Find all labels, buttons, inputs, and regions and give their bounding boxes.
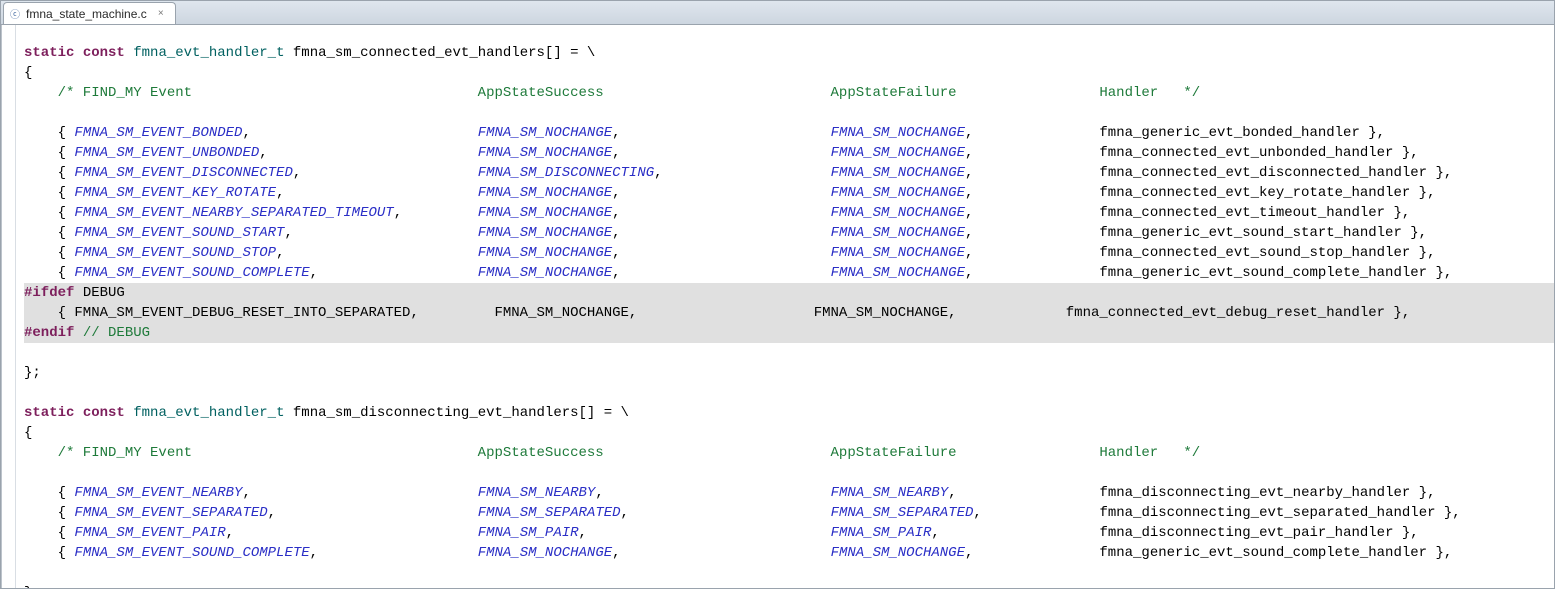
file-tab[interactable]: ⓒ fmna_state_machine.c × xyxy=(3,2,176,24)
code-area[interactable]: static const fmna_evt_handler_t fmna_sm_… xyxy=(16,25,1554,588)
gutter xyxy=(2,25,16,588)
c-file-icon: ⓒ xyxy=(8,7,22,21)
close-icon[interactable]: × xyxy=(155,8,167,20)
code-editor[interactable]: static const fmna_evt_handler_t fmna_sm_… xyxy=(1,25,1554,588)
editor-window: ⓒ fmna_state_machine.c × static const fm… xyxy=(0,0,1555,589)
tab-filename: fmna_state_machine.c xyxy=(26,7,147,21)
tab-bar: ⓒ fmna_state_machine.c × xyxy=(1,1,1554,25)
